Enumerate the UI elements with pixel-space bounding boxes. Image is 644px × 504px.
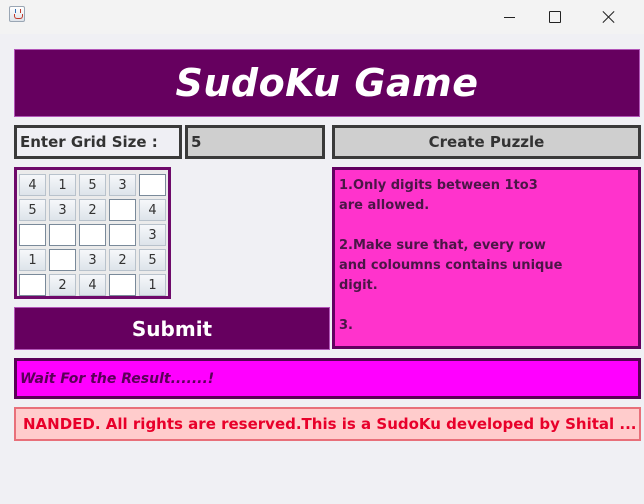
sudoku-cell: 2 — [79, 199, 106, 221]
sudoku-cell[interactable] — [49, 249, 76, 271]
sudoku-cell: 4 — [139, 199, 166, 221]
rule-line: 2.Make sure that, every row — [339, 238, 546, 253]
close-icon — [602, 10, 616, 24]
sudoku-cell: 5 — [139, 249, 166, 271]
sudoku-cell[interactable] — [109, 274, 136, 296]
sudoku-cell: 3 — [79, 249, 106, 271]
sudoku-cell: 3 — [109, 174, 136, 196]
game-title: SudoKu Game — [175, 61, 479, 105]
sudoku-cell: 2 — [49, 274, 76, 296]
sudoku-cell[interactable] — [19, 274, 46, 296]
sudoku-cell: 3 — [139, 224, 166, 246]
header-banner: SudoKu Game — [14, 49, 640, 117]
title-bar — [0, 0, 644, 34]
result-status: Wait For the Result.......! — [14, 358, 641, 399]
java-cup-icon — [9, 6, 25, 22]
rule-spacer — [339, 216, 634, 236]
sudoku-cell[interactable] — [49, 224, 76, 246]
rules-panel: 1.Only digits between 1to3 are allowed. … — [332, 167, 641, 349]
sudoku-cell: 2 — [109, 249, 136, 271]
rule-line: and coloumns contains unique — [339, 258, 563, 273]
sudoku-cell[interactable] — [109, 224, 136, 246]
sudoku-cell[interactable] — [109, 199, 136, 221]
rule-line: digit. — [339, 278, 378, 293]
rule-line: 3. — [339, 318, 353, 333]
sudoku-cell: 5 — [79, 174, 106, 196]
sudoku-cell: 1 — [139, 274, 166, 296]
sudoku-cell: 1 — [49, 174, 76, 196]
sudoku-cell: 4 — [19, 174, 46, 196]
sudoku-cell: 5 — [19, 199, 46, 221]
grid-size-input[interactable] — [185, 125, 325, 159]
maximize-icon — [549, 11, 561, 23]
create-puzzle-button[interactable]: Create Puzzle — [332, 125, 641, 159]
sudoku-cell: 4 — [79, 274, 106, 296]
minimize-icon — [503, 16, 515, 18]
minimize-button[interactable] — [486, 0, 532, 34]
sudoku-cell: 3 — [49, 199, 76, 221]
rule-spacer — [339, 296, 634, 316]
sudoku-cell: 1 — [19, 249, 46, 271]
rule-line: 1.Only digits between 1to3 — [339, 178, 538, 193]
app-window: SudoKu Game Enter Grid Size : Create Puz… — [0, 0, 644, 504]
maximize-button[interactable] — [532, 0, 578, 34]
sudoku-cell[interactable] — [19, 224, 46, 246]
submit-button[interactable]: Submit — [14, 307, 330, 350]
rule-line: are allowed. — [339, 198, 430, 213]
sudoku-board: 4153532431325241 — [14, 167, 171, 299]
grid-size-label: Enter Grid Size : — [14, 125, 182, 159]
sudoku-cell[interactable] — [139, 174, 166, 196]
copyright-footer: NANDED. All rights are reserved.This is … — [14, 407, 641, 441]
sudoku-cell[interactable] — [79, 224, 106, 246]
close-button[interactable] — [586, 0, 632, 34]
